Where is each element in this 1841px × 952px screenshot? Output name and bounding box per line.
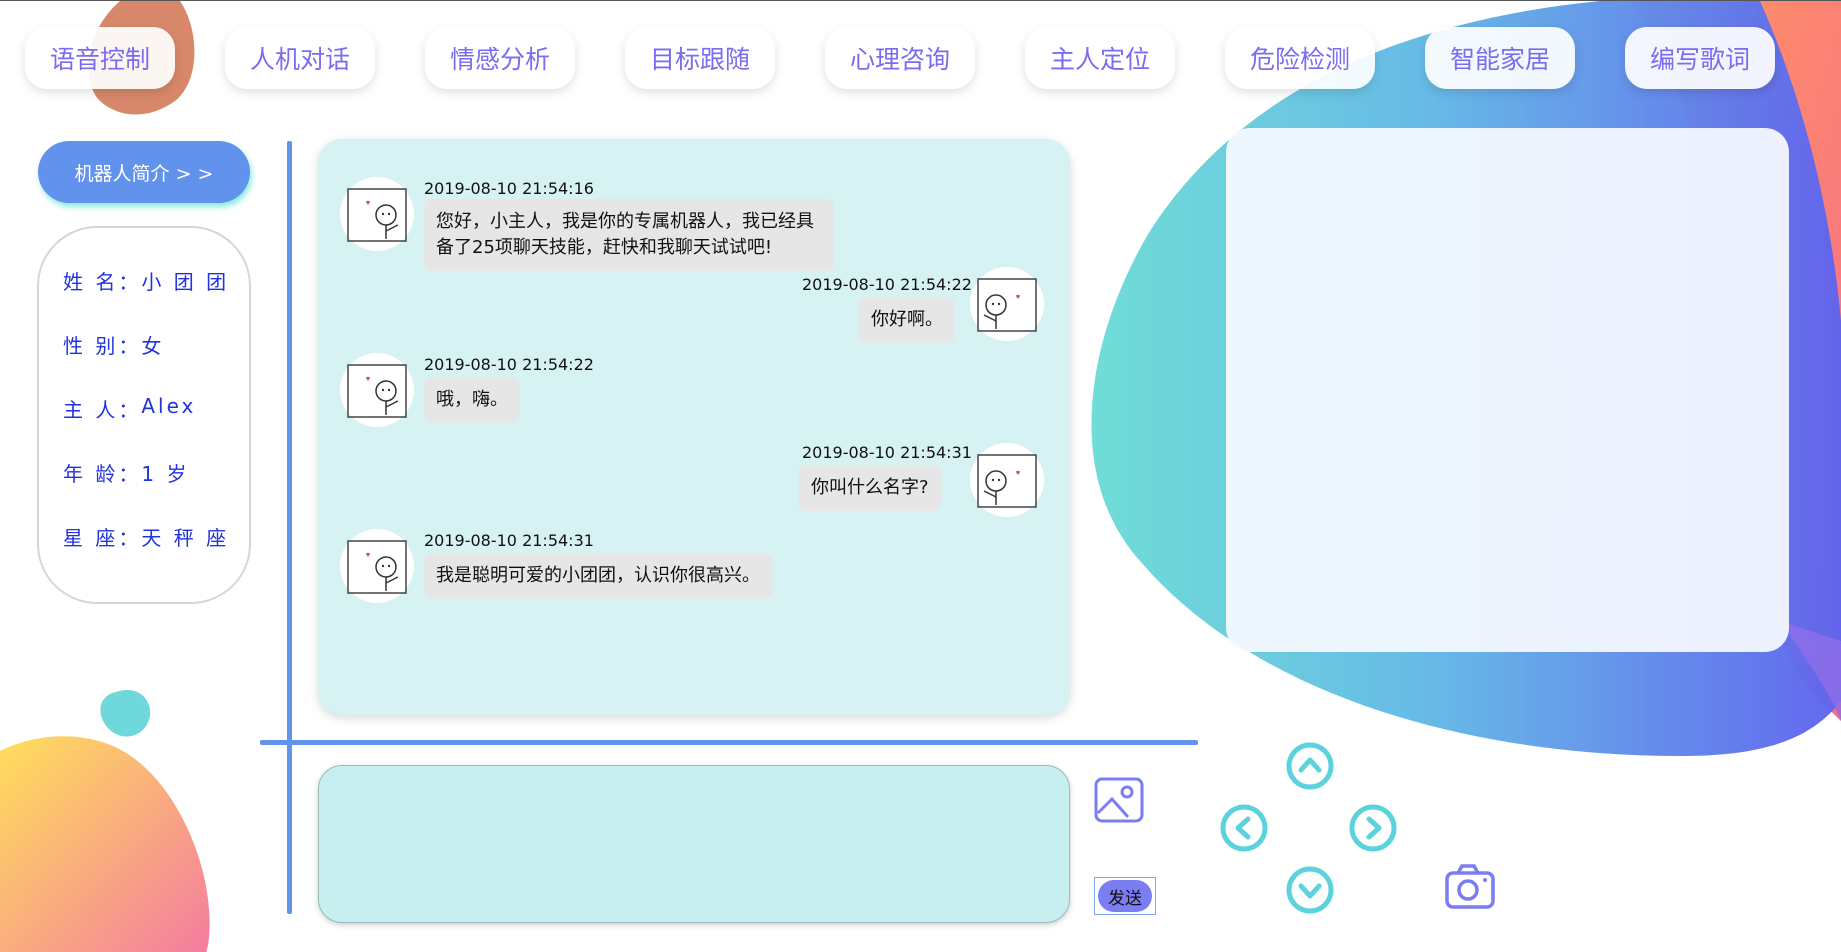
nav-item-owner-locate[interactable]: 主人定位 <box>1025 27 1175 89</box>
robot-profile-card: 姓 名： 小 团 团 性 别： 女 主 人： Alex 年 龄： 1 岁 星 座… <box>37 226 251 604</box>
profile-value: 女 <box>141 334 165 358</box>
user-avatar <box>970 267 1044 341</box>
message-bubble: 哦，嗨。 <box>424 377 520 423</box>
nav-item-emotion-analysis[interactable]: 情感分析 <box>425 27 575 89</box>
profile-label: 性 别： <box>63 334 142 358</box>
doodle-avatar-icon <box>347 188 407 242</box>
message-bubble: 你好啊。 <box>859 297 955 343</box>
vertical-divider <box>287 141 292 914</box>
nav-item-counseling[interactable]: 心理咨询 <box>825 27 975 89</box>
profile-label: 姓 名： <box>63 270 142 294</box>
message-timestamp: 2019-08-10 21:54:16 <box>424 179 594 198</box>
profile-value: 天 秤 座 <box>141 526 230 550</box>
profile-row-age: 年 龄： 1 岁 <box>63 458 249 522</box>
profile-row-name: 姓 名： 小 团 团 <box>63 266 249 330</box>
doodle-avatar-icon <box>347 540 407 594</box>
yellow-blob <box>0 736 210 952</box>
nav-item-write-lyrics[interactable]: 编写歌词 <box>1625 27 1775 89</box>
camera-icon[interactable] <box>1444 863 1496 915</box>
profile-row-owner: 主 人： Alex <box>63 394 249 458</box>
doodle-avatar-icon <box>977 278 1037 332</box>
send-button-label: 发送 <box>1098 880 1152 912</box>
message-timestamp: 2019-08-10 21:54:22 <box>802 275 972 294</box>
nav-item-target-follow[interactable]: 目标跟随 <box>625 27 775 89</box>
arrow-left-icon[interactable] <box>1219 803 1269 857</box>
horizontal-divider <box>260 740 1198 745</box>
nav-item-smart-home[interactable]: 智能家居 <box>1425 27 1575 89</box>
display-panel <box>1226 128 1789 652</box>
message-input[interactable] <box>318 765 1070 923</box>
teal-dot <box>100 690 151 737</box>
message-timestamp: 2019-08-10 21:54:31 <box>802 443 972 462</box>
feature-nav: 语音控制 人机对话 情感分析 目标跟随 心理咨询 主人定位 危险检测 智能家居 … <box>0 27 1841 89</box>
nav-item-voice-control[interactable]: 语音控制 <box>25 27 175 89</box>
send-button[interactable]: 发送 <box>1094 877 1156 915</box>
profile-label: 年 龄： <box>63 462 142 486</box>
profile-value: Alex <box>141 394 197 418</box>
arrow-down-icon[interactable] <box>1285 865 1335 919</box>
arrow-right-icon[interactable] <box>1348 803 1398 857</box>
robot-avatar <box>340 529 414 603</box>
profile-value: 小 团 团 <box>141 270 230 294</box>
image-icon[interactable] <box>1094 777 1144 827</box>
profile-value: 1 岁 <box>141 462 190 486</box>
nav-item-danger-detect[interactable]: 危险检测 <box>1225 27 1375 89</box>
doodle-avatar-icon <box>977 454 1037 508</box>
message-timestamp: 2019-08-10 21:54:22 <box>424 355 594 374</box>
message-timestamp: 2019-08-10 21:54:31 <box>424 531 594 550</box>
profile-label: 主 人： <box>63 398 142 422</box>
arrow-up-icon[interactable] <box>1285 741 1335 795</box>
doodle-avatar-icon <box>347 364 407 418</box>
message-bubble: 我是聪明可爱的小团团，认识你很高兴。 <box>424 553 772 599</box>
message-bubble: 您好，小主人，我是你的专属机器人，我已经具备了25项聊天技能，赶快和我聊天试试吧… <box>424 199 834 271</box>
user-avatar <box>970 443 1044 517</box>
robot-avatar <box>340 353 414 427</box>
chat-history[interactable]: 2019-08-10 21:54:16 您好，小主人，我是你的专属机器人，我已经… <box>318 139 1070 715</box>
profile-label: 星 座： <box>63 526 142 550</box>
message-bubble: 你叫什么名字? <box>799 465 941 511</box>
profile-row-gender: 性 别： 女 <box>63 330 249 394</box>
nav-item-chat[interactable]: 人机对话 <box>225 27 375 89</box>
robot-avatar <box>340 177 414 251</box>
robot-intro-button[interactable]: 机器人简介 > > <box>38 141 250 203</box>
profile-row-zodiac: 星 座： 天 秤 座 <box>63 522 249 586</box>
